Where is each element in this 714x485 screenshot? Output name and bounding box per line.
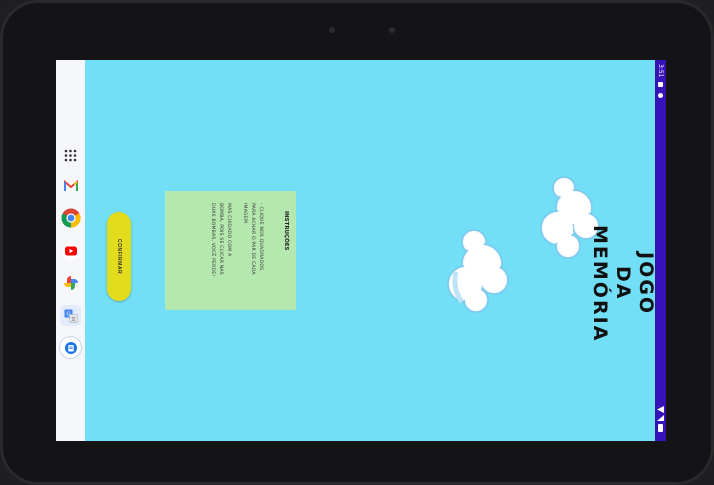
instructions-card: INSTRUÇÕES - CLIQUE NOS QUADRADOS PARA A… [165,191,296,310]
screen: G 文 CONFIRMAR INSTRUÇÕES - CLIQUE NOS QU… [56,60,666,441]
battery-icon [658,424,663,432]
cloud-illustration [447,229,509,313]
svg-text:G: G [66,311,70,317]
youtube-icon[interactable] [60,240,81,261]
instructions-line: DUAS BOMBAS, VOCÊ PERDE! [210,203,215,277]
translate-icon[interactable]: G 文 [60,305,81,326]
instructions-line: IMAGEM [242,203,247,224]
title-line: JOGO [635,252,657,316]
photos-icon[interactable] [60,272,81,293]
instructions-line: MAS CUIDADO COM A [226,203,231,257]
status-bar: 3:51 [655,60,666,441]
camera-dot [329,27,335,33]
svg-text:文: 文 [70,315,75,322]
signal-icon [657,415,664,421]
title-line: DA [612,266,634,301]
status-time: 3:51 [657,64,664,78]
instructions-line: PARA ACHAR O PAR DE CADA [250,203,255,275]
notification-icon [658,93,663,98]
wifi-icon [657,406,664,413]
camera-dot [389,27,395,33]
notification-icon [658,82,663,87]
files-icon[interactable] [60,337,81,358]
gmail-icon[interactable] [60,175,81,196]
confirm-button-label: CONFIRMAR [116,238,122,275]
instructions-heading: INSTRUÇÕES [283,211,289,251]
page-title: JOGO DA MEMÓRIA [588,225,657,342]
title-line: MEMÓRIA [589,225,611,343]
taskbar: G 文 [56,60,85,441]
confirm-button[interactable]: CONFIRMAR [107,212,131,301]
app-drawer-icon[interactable] [60,145,81,166]
instructions-line: - CLIQUE NOS QUADRADOS [258,203,263,271]
chrome-icon[interactable] [60,207,81,228]
instructions-line: BOMBA, POIS SE CLICAR NAS [218,203,223,275]
